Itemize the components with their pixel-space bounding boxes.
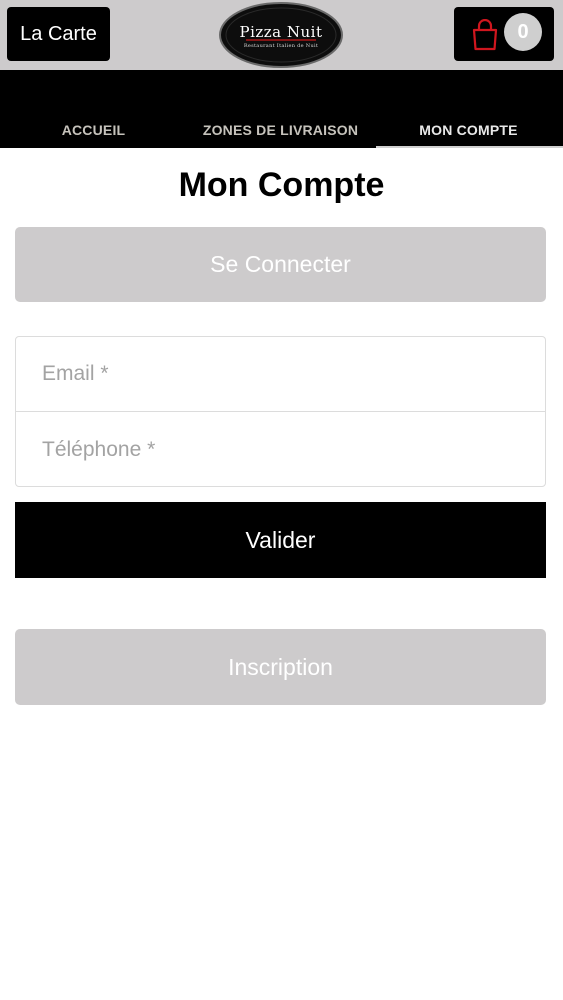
phone-field[interactable] bbox=[16, 412, 545, 487]
logo-tagline: Restaurant Italien de Nuit bbox=[244, 43, 318, 49]
valider-button[interactable]: Valider bbox=[15, 502, 546, 578]
login-form bbox=[15, 336, 546, 487]
inscription-button[interactable]: Inscription bbox=[15, 629, 546, 705]
header-bar: La Carte Pizza Nuit Restaurant Italien d… bbox=[0, 0, 563, 70]
email-field[interactable] bbox=[16, 337, 545, 411]
pizza-nuit-logo[interactable]: Pizza Nuit Restaurant Italien de Nuit bbox=[218, 1, 344, 68]
nav-mon-compte[interactable]: MON COMPTE bbox=[374, 122, 563, 142]
nav-accueil[interactable]: ACCUEIL bbox=[0, 122, 187, 142]
cart-button[interactable]: 0 bbox=[454, 7, 554, 61]
cart-count-badge: 0 bbox=[504, 13, 542, 51]
logo-name: Pizza Nuit bbox=[239, 23, 322, 41]
se-connecter-button[interactable]: Se Connecter bbox=[15, 227, 546, 302]
nav-zones-de-livraison[interactable]: ZONES DE LIVRAISON bbox=[187, 122, 374, 142]
phone-field-wrapper bbox=[16, 412, 545, 487]
la-carte-button[interactable]: La Carte bbox=[7, 7, 110, 61]
nav-active-indicator bbox=[376, 146, 563, 148]
email-field-wrapper bbox=[16, 337, 545, 412]
page-title: Mon Compte bbox=[178, 166, 385, 204]
shopping-bag-icon bbox=[470, 18, 500, 51]
main-nav: ACCUEIL ZONES DE LIVRAISON MON COMPTE bbox=[0, 70, 563, 148]
